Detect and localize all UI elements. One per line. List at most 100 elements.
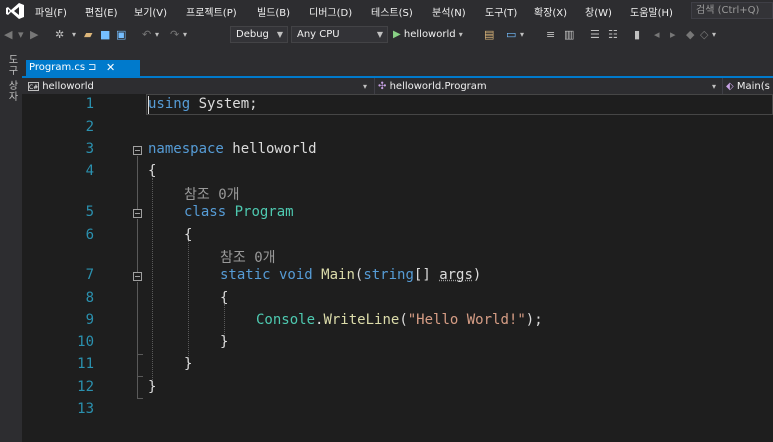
menu-tools[interactable]: 도구(T) <box>485 4 517 19</box>
menu-edit[interactable]: 편집(E) <box>85 4 118 19</box>
identifier: helloworld <box>223 141 317 157</box>
reference-count-hint[interactable]: 참조 0개 <box>220 247 276 267</box>
indent-guide <box>152 178 153 390</box>
platform-value: Any CPU <box>297 29 340 40</box>
punctuation: ); <box>525 312 543 328</box>
menu-view[interactable]: 보기(V) <box>134 4 167 19</box>
new-project-icon[interactable]: ✲ <box>55 28 64 42</box>
line-number: 1 <box>85 96 94 112</box>
code-line-4: { <box>148 163 156 179</box>
play-icon: ▶ <box>393 29 401 40</box>
forward-icon[interactable]: ▶ <box>30 28 38 42</box>
code-line-6: { <box>184 227 192 243</box>
method-name: WriteLine <box>323 312 400 328</box>
toolbox-label[interactable]: 도구 상자 <box>4 54 19 102</box>
document-tab-strip: Program.cs ⊐ ✕ <box>22 48 773 76</box>
line-number: 2 <box>85 119 94 135</box>
next-bookmark-icon[interactable]: ▸ <box>670 28 676 42</box>
brace: { <box>148 163 157 179</box>
dropdown-icon[interactable]: ▾ <box>155 28 159 42</box>
pin-icon[interactable]: ⊐ <box>88 60 96 76</box>
keyword: void <box>270 267 313 283</box>
dropdown-icon[interactable]: ▾ <box>520 28 524 42</box>
chevron-down-icon[interactable]: ▾ <box>363 79 367 94</box>
project-dropdown[interactable]: C# helloworld <box>28 79 94 94</box>
dropdown-icon[interactable]: ▾ <box>18 28 24 42</box>
menu-window[interactable]: 창(W) <box>585 4 612 19</box>
redo-icon[interactable]: ↷ <box>170 28 179 42</box>
line-number: 10 <box>77 334 94 350</box>
format-icon[interactable]: ≡ <box>546 28 555 42</box>
menu-build[interactable]: 빌드(B) <box>257 4 290 19</box>
chevron-down-icon[interactable]: ▾ <box>712 79 716 94</box>
collapse-class-icon[interactable] <box>133 209 142 218</box>
menu-file[interactable]: 파일(F) <box>35 4 67 19</box>
screen-icon[interactable]: ▭ <box>506 28 516 42</box>
toolbox-panel[interactable]: 도구 상자 <box>0 48 22 442</box>
collapse-namespace-icon[interactable] <box>133 146 142 155</box>
menu-extensions[interactable]: 확장(X) <box>534 4 567 19</box>
identifier: System; <box>190 96 258 112</box>
solution-config-dropdown[interactable]: Debug ▼ <box>230 26 288 43</box>
menu-project[interactable]: 프로젝트(P) <box>186 4 237 19</box>
dropdown-icon[interactable]: ▾ <box>183 28 187 42</box>
visual-studio-logo-icon[interactable] <box>6 3 24 19</box>
start-target-label: helloworld <box>403 29 456 40</box>
keyword: static <box>220 267 271 283</box>
dropdown-icon[interactable]: ▾ <box>72 28 76 42</box>
reference-hint-text: 참조 0개 <box>184 187 240 203</box>
outline-line <box>137 282 138 398</box>
code-editor[interactable]: 1 2 3 4 5 6 7 8 9 10 11 12 13 using Syst… <box>22 94 773 442</box>
search-input[interactable]: 검색 (Ctrl+Q) <box>691 2 773 19</box>
class-dropdown[interactable]: ✣ helloworld.Program <box>378 79 487 94</box>
menu-analyze[interactable]: 분석(N) <box>432 4 466 19</box>
punctuation: ( <box>399 312 408 328</box>
line-number: 8 <box>85 290 94 306</box>
collapse-method-icon[interactable] <box>133 272 142 281</box>
code-line-7: static void Main(string[] args) <box>220 267 481 283</box>
line-number: 11 <box>77 356 94 372</box>
browse-icon[interactable]: ▤ <box>484 28 494 42</box>
divider <box>374 78 375 94</box>
comment-icon[interactable]: ☰ <box>590 28 600 42</box>
start-debugging-button[interactable]: ▶ helloworld ▾ <box>393 26 463 43</box>
close-icon[interactable]: ✕ <box>106 60 115 76</box>
chevron-down-icon: ▾ <box>458 30 463 39</box>
divider <box>722 78 723 94</box>
uncomment-icon[interactable]: ☷ <box>608 28 618 42</box>
menu-test[interactable]: 테스트(S) <box>371 4 413 19</box>
project-name: helloworld <box>42 81 94 92</box>
reference-count-hint[interactable]: 참조 0개 <box>184 184 240 204</box>
open-folder-icon[interactable]: ▰ <box>84 28 92 42</box>
save-icon[interactable]: ■ <box>100 28 110 42</box>
line-number: 3 <box>85 141 94 157</box>
brace: } <box>220 334 229 350</box>
save-all-icon[interactable]: ▣ <box>116 28 126 42</box>
code-line-3: namespace helloworld <box>148 141 317 157</box>
line-number: 6 <box>85 227 94 243</box>
menu-help[interactable]: 도움말(H) <box>630 4 673 19</box>
prev-bookmark-icon[interactable]: ◂ <box>654 28 660 42</box>
dropdown-icon[interactable]: ▾ <box>712 28 716 42</box>
back-icon[interactable]: ◀ <box>4 28 12 42</box>
keyword: using <box>148 96 191 112</box>
outline-icon[interactable]: ▥ <box>564 28 574 42</box>
code-line-9: Console.WriteLine("Hello World!"); <box>256 312 543 328</box>
outline-line-end <box>137 376 143 377</box>
folder-bookmark-icon[interactable]: ◆ <box>686 28 694 42</box>
chevron-down-icon: ▼ <box>376 30 383 39</box>
line-number: 4 <box>85 163 94 179</box>
platform-dropdown[interactable]: Any CPU ▼ <box>291 26 388 43</box>
solution-config-value: Debug <box>236 29 269 40</box>
menu-debug[interactable]: 디버그(D) <box>309 4 352 19</box>
code-line-8: { <box>220 290 228 306</box>
navigation-bar: C# helloworld ▾ ✣ helloworld.Program ▾ ⬖… <box>22 76 773 94</box>
method-icon: ⬖ <box>726 81 734 92</box>
clear-bookmarks-icon[interactable]: ◇ <box>700 28 708 42</box>
bookmark-icon[interactable]: ▮ <box>634 28 640 42</box>
toolbar: ◀ ▾ ▶ ✲ ▾ ▰ ■ ▣ ↶ ▾ ↷ ▾ Debug ▼ Any CPU … <box>0 22 773 48</box>
member-dropdown[interactable]: ⬖ Main(s <box>726 79 770 94</box>
tab-label: Program.cs <box>29 62 86 73</box>
undo-icon[interactable]: ↶ <box>142 28 151 42</box>
tab-program-cs[interactable]: Program.cs ⊐ ✕ <box>26 60 140 76</box>
